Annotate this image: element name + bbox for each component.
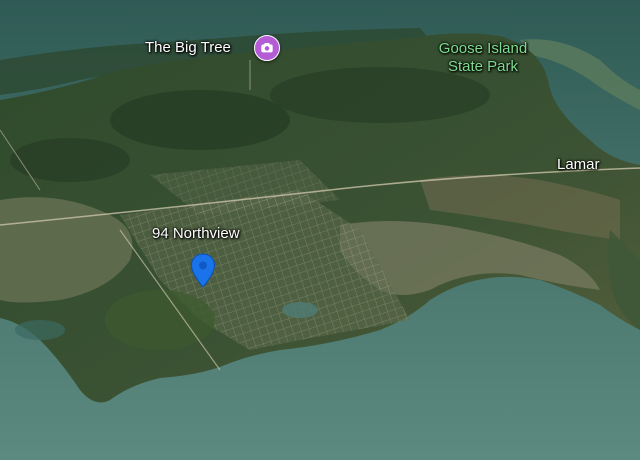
place-label-lamar[interactable]: Lamar (557, 156, 600, 173)
camera-glyph (261, 43, 273, 53)
satellite-imagery (0, 0, 640, 460)
park-label-line1: Goose Island (438, 40, 528, 57)
place-label-goose-island-state-park[interactable]: Goose Island State Park (428, 40, 538, 76)
place-label-big-tree[interactable]: The Big Tree (145, 39, 231, 56)
park-label-line2: State Park (447, 58, 519, 75)
camera-icon[interactable] (254, 35, 280, 61)
location-pin-icon[interactable] (190, 253, 216, 289)
satellite-map[interactable]: The Big Tree Goose Island State Park Lam… (0, 0, 640, 460)
address-label[interactable]: 94 Northview (152, 225, 240, 242)
